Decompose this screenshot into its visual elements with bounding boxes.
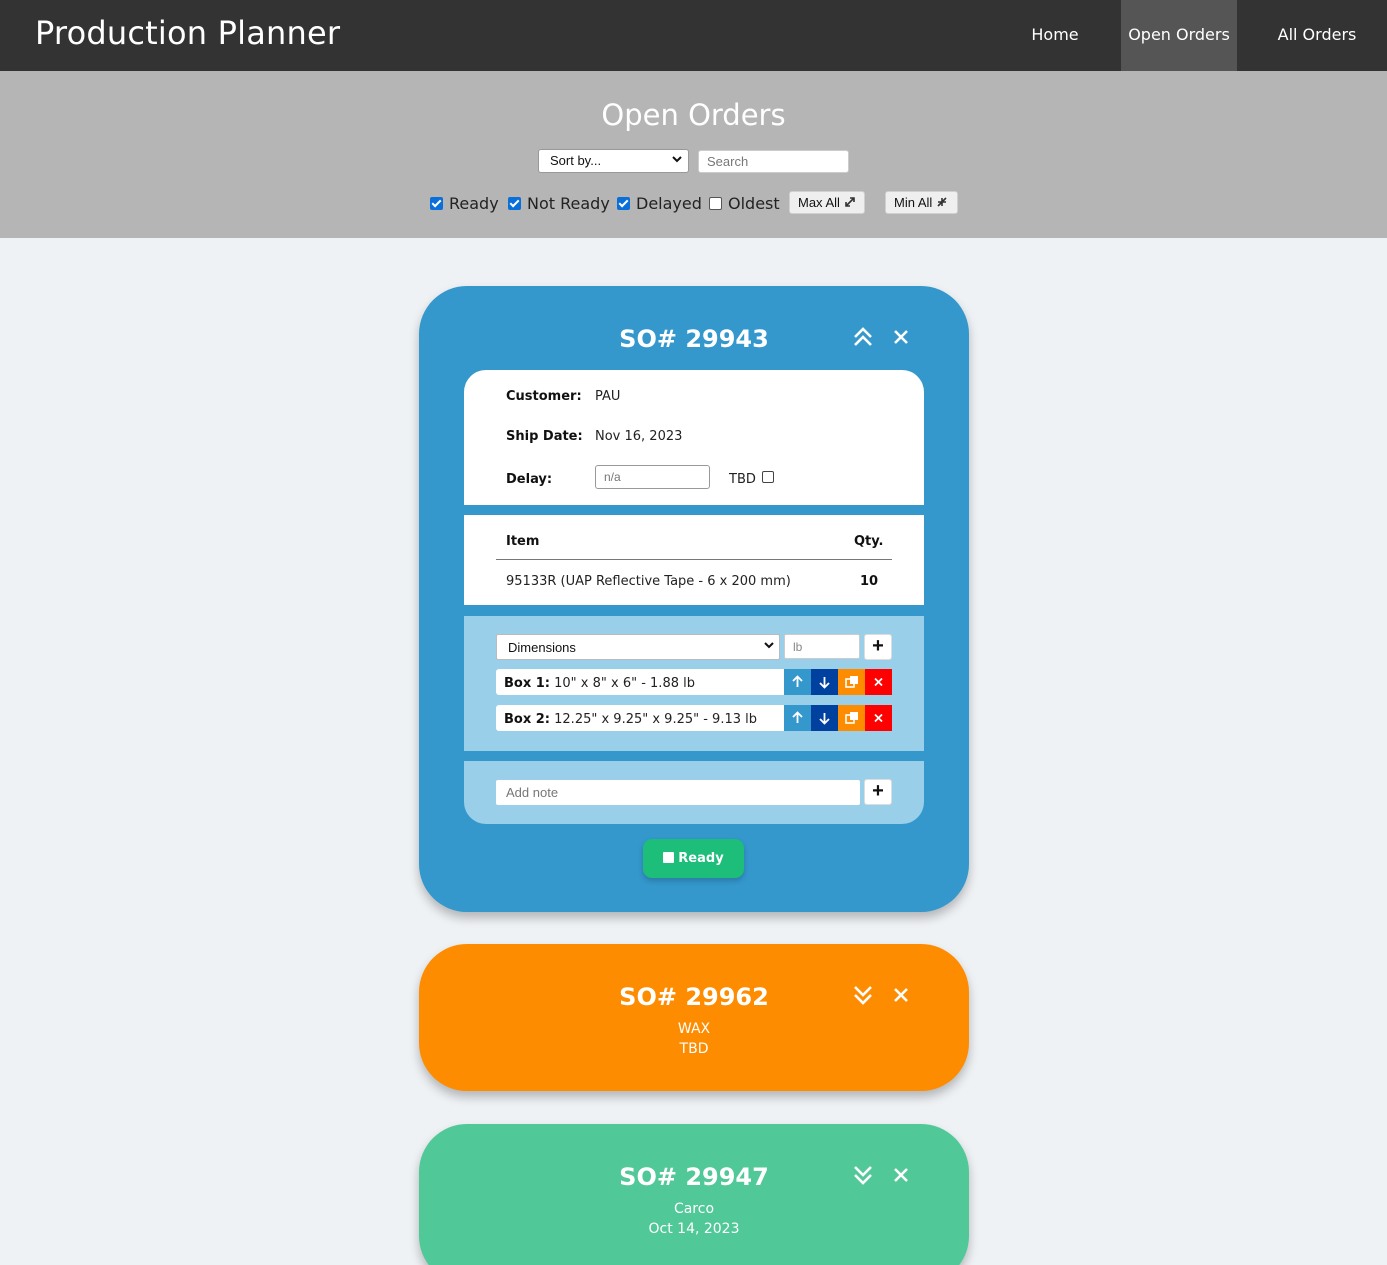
- item-qty: 10: [860, 574, 879, 589]
- ship-date-value: Oct 14, 2023: [648, 1221, 740, 1237]
- ship-date-label: Ship Date:: [506, 429, 583, 444]
- box-row: Box 2: 12.25" x 9.25" x 9.25" - 9.13 lb: [496, 705, 892, 731]
- max-all-label: Max All: [798, 195, 840, 210]
- customer-value: PAU: [595, 389, 621, 404]
- expand-icon: [844, 195, 856, 210]
- delay-label: Delay:: [506, 472, 553, 487]
- filter-not-ready-checkbox[interactable]: [508, 197, 521, 210]
- dimensions-label: Dimensions: [508, 640, 576, 655]
- filter-not-ready[interactable]: Not Ready: [508, 194, 610, 214]
- move-up-button[interactable]: [784, 669, 811, 695]
- order-number: SO# 29962: [619, 983, 769, 1011]
- filter-delayed-label: Delayed: [636, 194, 702, 213]
- navbar: Production Planner Home Open Orders All …: [0, 0, 1387, 71]
- customer-label: Customer:: [506, 389, 582, 404]
- item-name: 95133R (UAP Reflective Tape - 6 x 200 mm…: [506, 574, 791, 589]
- tbd-checkbox[interactable]: [762, 471, 775, 483]
- page-title: Open Orders: [601, 98, 786, 132]
- nav-open-orders[interactable]: Open Orders: [1121, 0, 1237, 71]
- add-note-button[interactable]: +: [864, 779, 892, 805]
- min-all-label: Min All: [894, 195, 933, 210]
- close-icon[interactable]: [890, 1164, 912, 1186]
- filter-oldest[interactable]: Oldest: [709, 194, 780, 214]
- order-card-expanded: SO# 29943 Customer: PAU Ship Date: Nov 1…: [419, 286, 969, 912]
- chevron-down-icon: [671, 153, 683, 168]
- page-header: Open Orders Sort by... Search Ready Not …: [0, 71, 1387, 238]
- divider: [496, 559, 892, 560]
- filter-oldest-checkbox[interactable]: [709, 197, 722, 210]
- filter-ready-checkbox[interactable]: [430, 197, 443, 210]
- weight-input[interactable]: lb: [784, 634, 860, 659]
- box-value: 12.25" x 9.25" x 9.25" - 9.13 lb: [554, 712, 757, 727]
- tbd-label: TBD: [729, 472, 756, 487]
- sort-select-label: Sort by...: [550, 153, 602, 168]
- ready-button[interactable]: Ready: [643, 839, 744, 878]
- customer-value: Carco: [673, 1201, 715, 1217]
- nav-all-orders[interactable]: All Orders: [1266, 0, 1368, 71]
- compress-icon: [936, 195, 948, 210]
- move-down-button[interactable]: [811, 669, 838, 695]
- delete-box-button[interactable]: [865, 705, 892, 731]
- expand-icon[interactable]: [852, 984, 874, 1006]
- close-icon[interactable]: [890, 984, 912, 1006]
- box-entry: Box 2: 12.25" x 9.25" x 9.25" - 9.13 lb: [496, 705, 784, 731]
- filter-delayed-checkbox[interactable]: [617, 197, 630, 210]
- copy-box-button[interactable]: [838, 705, 865, 731]
- order-number: SO# 29947: [619, 1163, 769, 1191]
- column-header-qty: Qty.: [854, 534, 884, 549]
- box-entry: Box 1: 10" x 8" x 6" - 1.88 lb: [496, 669, 784, 695]
- chevron-down-icon: [763, 639, 775, 654]
- notes-panel: Add note +: [464, 761, 924, 824]
- sort-select[interactable]: Sort by...: [538, 149, 689, 173]
- box-row: Box 1: 10" x 8" x 6" - 1.88 lb: [496, 669, 892, 695]
- ship-date-value: TBD: [679, 1041, 709, 1057]
- tbd-toggle[interactable]: TBD: [729, 471, 775, 487]
- box-label: Box 1:: [504, 676, 550, 691]
- expand-icon[interactable]: [852, 1164, 874, 1186]
- copy-box-button[interactable]: [838, 669, 865, 695]
- box-value: 10" x 8" x 6" - 1.88 lb: [554, 676, 695, 691]
- filter-oldest-label: Oldest: [728, 194, 780, 213]
- order-card-collapsed[interactable]: SO# 29962 WAX TBD: [419, 944, 969, 1091]
- order-number: SO# 29943: [619, 325, 769, 353]
- items-table: Item Qty. 95133R (UAP Reflective Tape - …: [464, 515, 924, 605]
- search-input[interactable]: Search: [698, 150, 849, 173]
- filter-ready[interactable]: Ready: [430, 194, 499, 214]
- order-card-collapsed[interactable]: SO# 29947 Carco Oct 14, 2023: [419, 1124, 969, 1265]
- filter-delayed[interactable]: Delayed: [617, 194, 702, 214]
- delete-box-button[interactable]: [865, 669, 892, 695]
- nav-home[interactable]: Home: [1018, 0, 1092, 71]
- brand-title[interactable]: Production Planner: [35, 14, 340, 52]
- move-up-button[interactable]: [784, 705, 811, 731]
- calendar-icon: [663, 852, 675, 863]
- note-input[interactable]: Add note: [496, 780, 860, 805]
- close-icon[interactable]: [890, 326, 912, 348]
- boxes-panel: Dimensions lb + Box 1: 10" x 8" x 6" - 1…: [464, 616, 924, 751]
- ready-button-label: Ready: [678, 851, 724, 866]
- dimensions-select[interactable]: Dimensions: [496, 634, 780, 660]
- ship-date-value: Nov 16, 2023: [595, 429, 683, 444]
- delay-input[interactable]: n/a: [595, 465, 710, 489]
- filter-ready-label: Ready: [449, 194, 499, 213]
- filter-not-ready-label: Not Ready: [527, 194, 610, 213]
- add-box-button[interactable]: +: [864, 634, 892, 660]
- max-all-button[interactable]: Max All: [789, 191, 865, 214]
- column-header-item: Item: [506, 534, 540, 549]
- move-down-button[interactable]: [811, 705, 838, 731]
- customer-value: WAX: [677, 1021, 711, 1037]
- min-all-button[interactable]: Min All: [885, 191, 958, 214]
- box-label: Box 2:: [504, 712, 550, 727]
- collapse-icon[interactable]: [852, 326, 874, 348]
- order-info-panel: Customer: PAU Ship Date: Nov 16, 2023 De…: [464, 370, 924, 505]
